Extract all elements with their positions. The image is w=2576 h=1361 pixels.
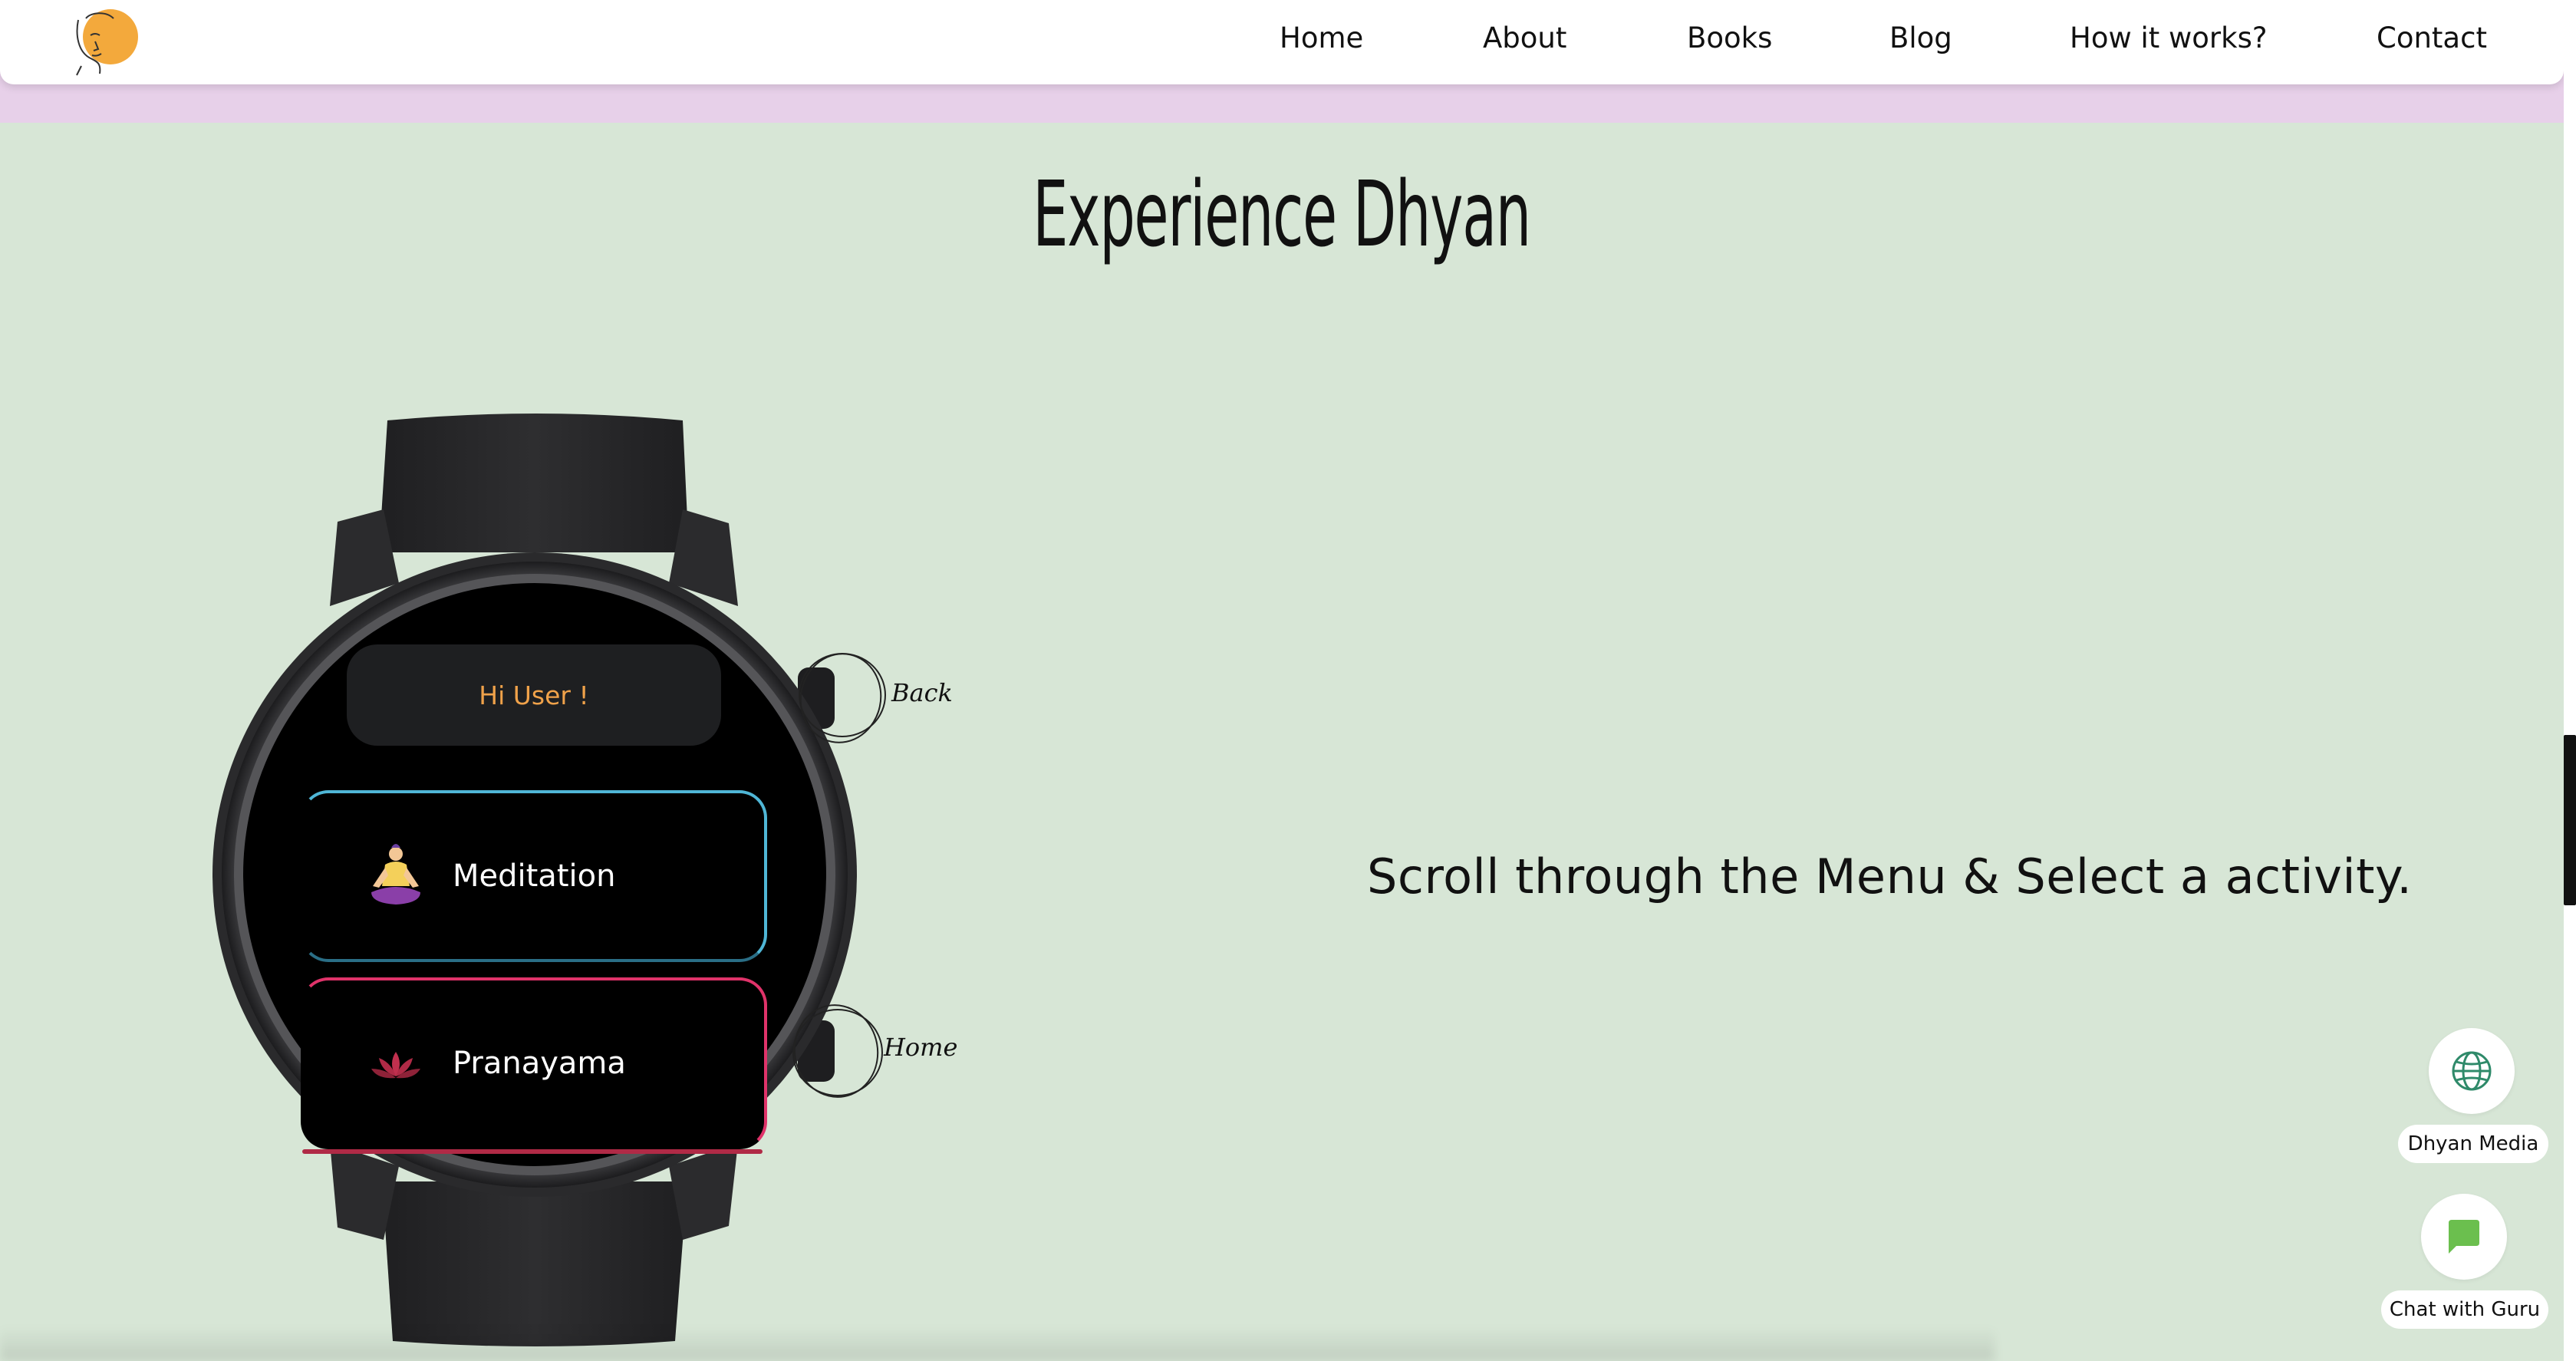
home-button-label: Home bbox=[884, 1033, 958, 1062]
dhyan-media-button[interactable] bbox=[2429, 1028, 2515, 1114]
nav-link-home[interactable]: Home bbox=[1280, 21, 1363, 54]
menu-item-next-edge bbox=[302, 1149, 763, 1154]
nav-link-about[interactable]: About bbox=[1483, 21, 1566, 54]
nav-link-blog[interactable]: Blog bbox=[1889, 21, 1952, 54]
dhyan-media-label[interactable]: Dhyan Media bbox=[2398, 1125, 2548, 1163]
nav-link-contact[interactable]: Contact bbox=[2377, 21, 2487, 54]
menu-item-pranayama[interactable]: Pranayama bbox=[301, 977, 767, 1149]
back-button-label: Back bbox=[891, 678, 953, 707]
menu-item-label: Pranayama bbox=[453, 1046, 626, 1081]
chat-icon bbox=[2449, 1220, 2479, 1254]
section-title: Experience Dhyan bbox=[1033, 161, 1531, 267]
nav-link-how-it-works[interactable]: How it works? bbox=[2070, 21, 2267, 54]
instruction-text: Scroll through the Menu & Select a activ… bbox=[1367, 849, 2413, 905]
greeting-panel: Hi User ! bbox=[347, 644, 721, 746]
main-nav: Home About Books Blog How it works? Cont… bbox=[0, 0, 2564, 80]
lotus-icon bbox=[371, 1052, 420, 1079]
chat-with-guru-button[interactable] bbox=[2421, 1194, 2507, 1280]
meditation-icon bbox=[371, 844, 420, 905]
scrollbar-track[interactable] bbox=[2564, 0, 2576, 1361]
menu-item-label: Meditation bbox=[453, 858, 616, 894]
navbar: Home About Books Blog How it works? Cont… bbox=[0, 0, 2564, 84]
bottom-fade bbox=[0, 1327, 1995, 1361]
nav-link-books[interactable]: Books bbox=[1687, 21, 1772, 54]
globe-icon bbox=[2452, 1051, 2492, 1091]
scrollbar-thumb[interactable] bbox=[2564, 735, 2576, 905]
chat-with-guru-label[interactable]: Chat with Guru bbox=[2381, 1290, 2548, 1329]
menu-item-meditation[interactable]: Meditation bbox=[301, 790, 767, 962]
